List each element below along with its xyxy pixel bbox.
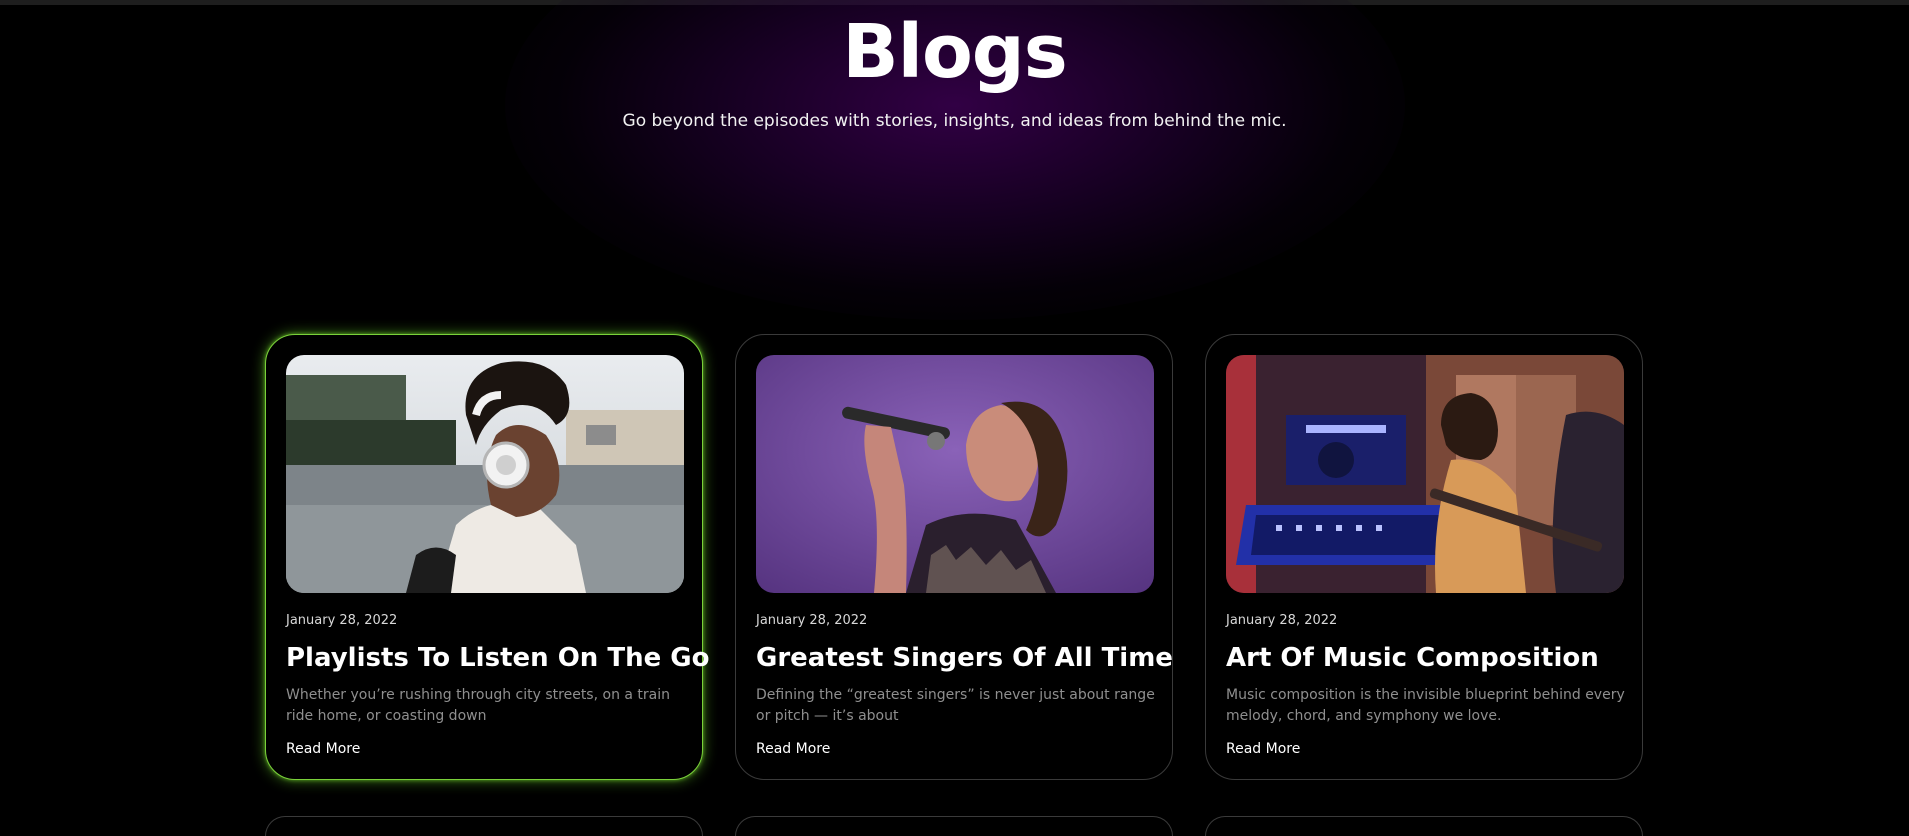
- blog-card-excerpt: Whether you’re rushing through city stre…: [286, 687, 671, 724]
- page-subtitle: Go beyond the episodes with stories, ins…: [622, 111, 1287, 131]
- page-title: Blogs: [842, 9, 1068, 95]
- blog-card[interactable]: January 28, 2022 Greatest Singers Of All…: [735, 334, 1173, 780]
- blog-card-title[interactable]: Greatest Singers Of All Time: [756, 643, 1173, 673]
- headphones-photo-illustration: [286, 355, 684, 593]
- blog-card-date: January 28, 2022: [286, 613, 398, 628]
- blog-card-excerpt: Music composition is the invisible bluep…: [1226, 687, 1625, 724]
- blog-card-partial[interactable]: [1205, 816, 1643, 836]
- blog-card-title[interactable]: Art Of Music Composition: [1226, 643, 1599, 673]
- read-more-link[interactable]: Read More: [1226, 741, 1300, 757]
- blog-card-excerpt: Defining the “greatest singers” is never…: [756, 687, 1155, 724]
- blog-card-partial[interactable]: [265, 816, 703, 836]
- blog-card-image[interactable]: [1226, 355, 1624, 593]
- blog-card-image[interactable]: [286, 355, 684, 593]
- blog-card-title[interactable]: Playlists To Listen On The Go: [286, 643, 710, 673]
- blog-card-partial[interactable]: [735, 816, 1173, 836]
- blog-card[interactable]: January 28, 2022 Playlists To Listen On …: [265, 334, 710, 780]
- read-more-link[interactable]: Read More: [756, 741, 830, 757]
- blog-card-date: January 28, 2022: [756, 613, 868, 628]
- studio-photo-illustration: [1226, 355, 1624, 593]
- singer-photo-illustration: [756, 355, 1154, 593]
- blog-card[interactable]: January 28, 2022 Art Of Music Compositio…: [1205, 334, 1643, 780]
- blog-card-image[interactable]: [756, 355, 1154, 593]
- read-more-link[interactable]: Read More: [286, 741, 360, 757]
- blog-card-date: January 28, 2022: [1226, 613, 1338, 628]
